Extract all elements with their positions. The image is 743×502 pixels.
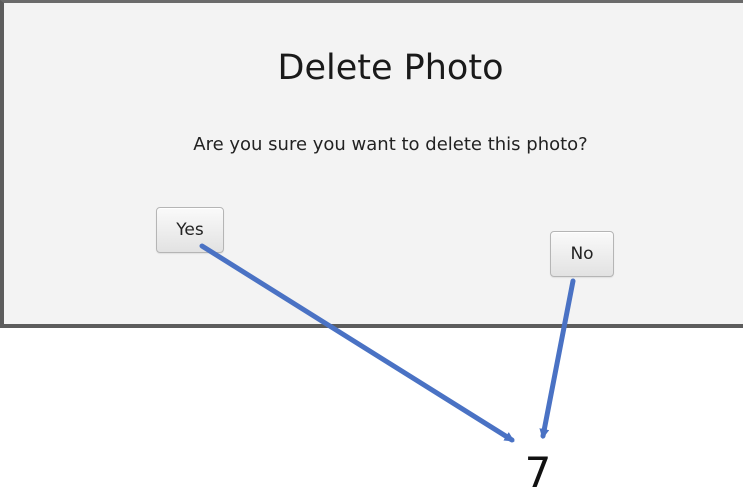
- delete-photo-dialog: Delete Photo Are you sure you want to de…: [0, 0, 743, 328]
- dialog-title: Delete Photo: [277, 48, 504, 88]
- yes-button[interactable]: Yes: [156, 207, 224, 253]
- dialog-message: Are you sure you want to delete this pho…: [193, 134, 588, 155]
- no-button[interactable]: No: [550, 231, 614, 277]
- annotation-number: 7: [524, 448, 552, 497]
- screenshot-stage: Delete Photo Are you sure you want to de…: [0, 0, 743, 502]
